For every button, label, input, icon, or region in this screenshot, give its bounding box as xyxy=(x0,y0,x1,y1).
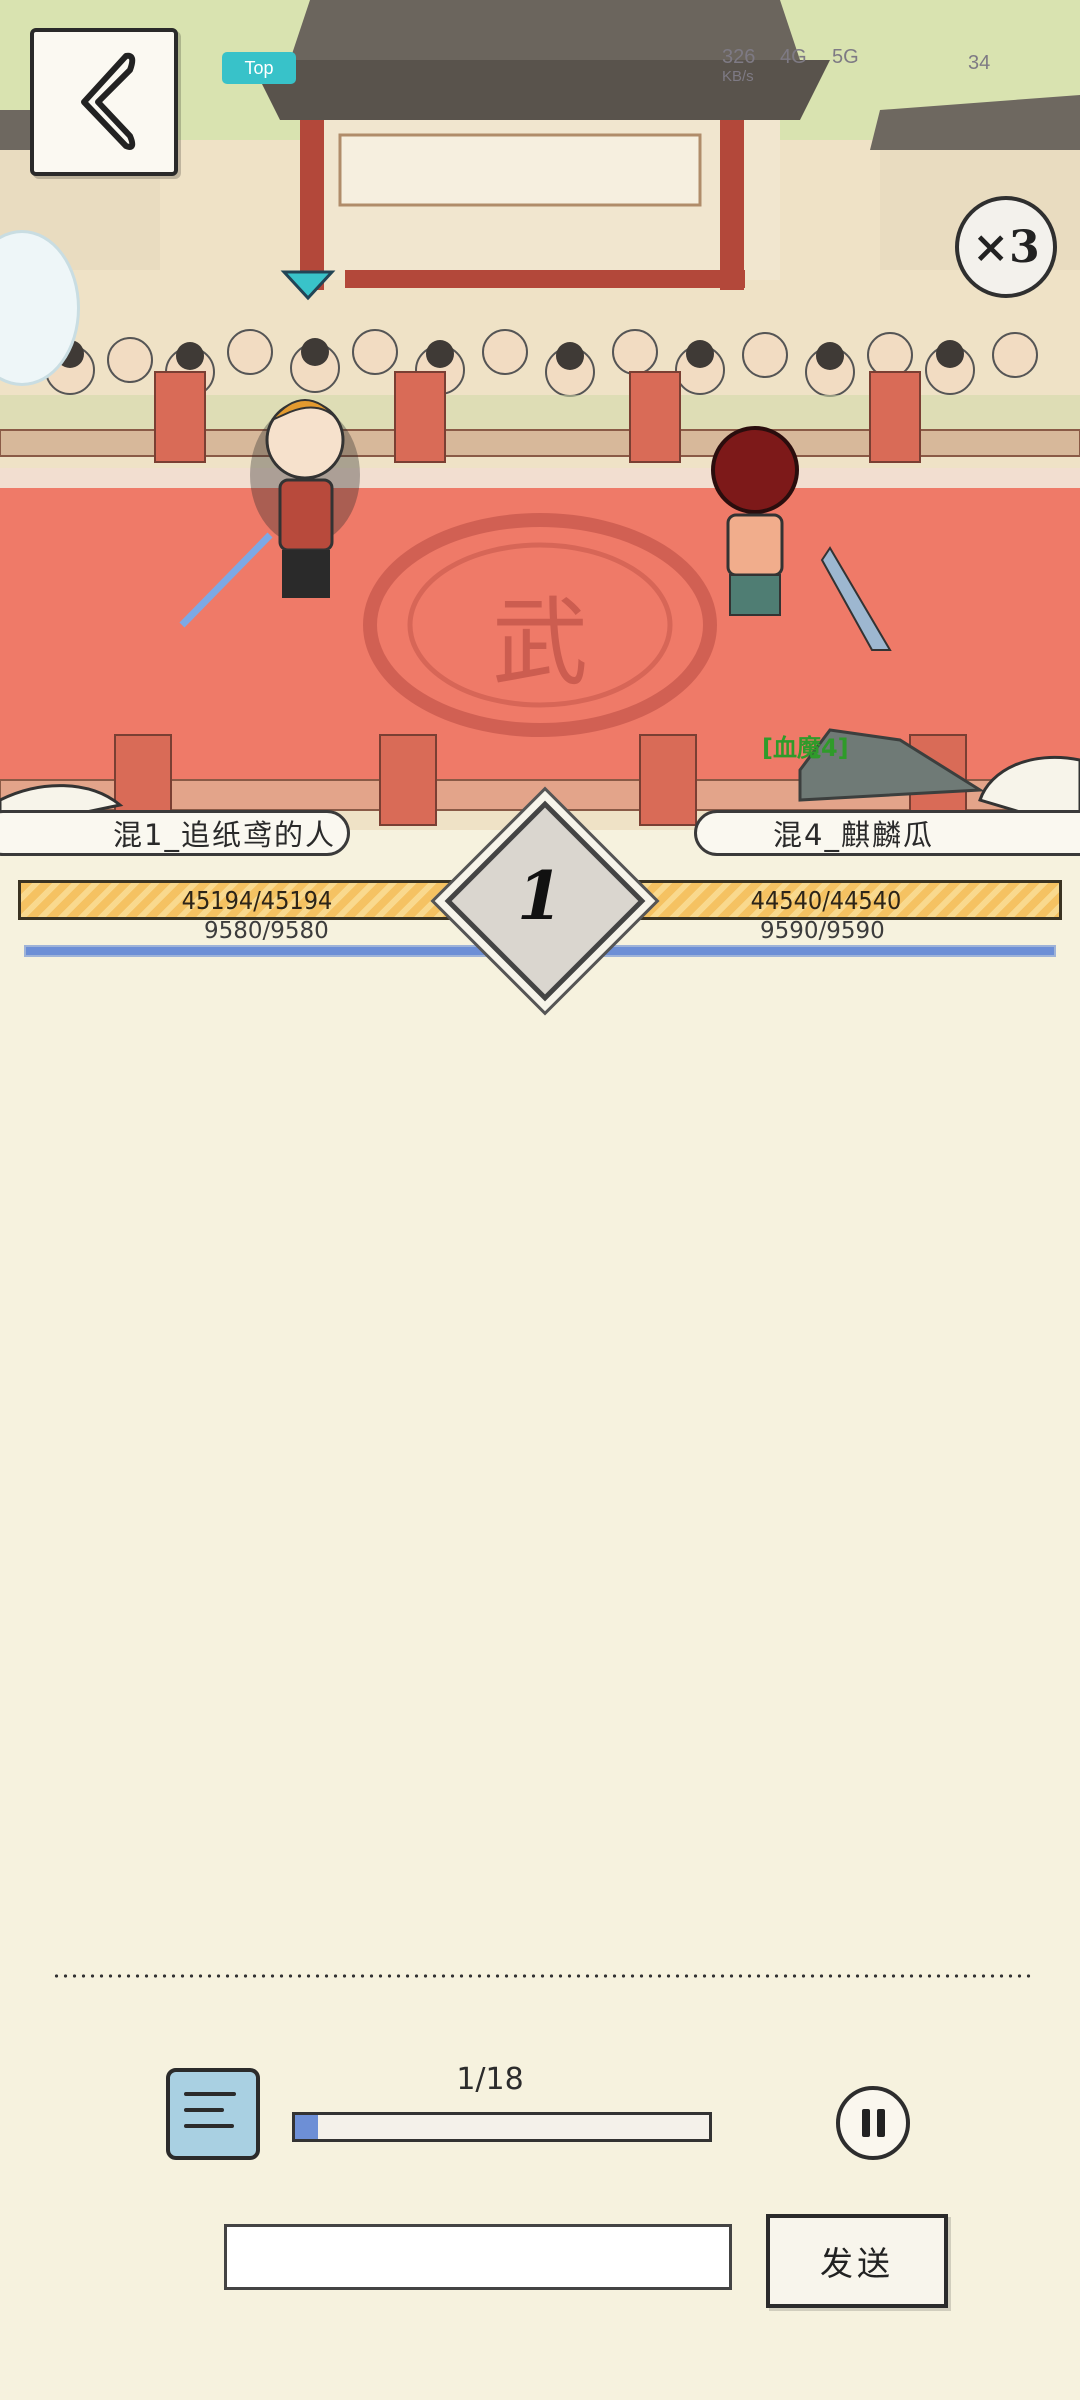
pause-icon xyxy=(861,2109,870,2137)
battle-arena-scene: Top 326 KB/s 4G 5G 34 武 ×3 [血魔4] xyxy=(0,0,1080,830)
net-speed: 326 xyxy=(722,46,756,68)
chat-toggle-button[interactable] xyxy=(166,2068,260,2160)
left-mp-bar xyxy=(24,945,522,957)
net-unit: KB/s xyxy=(722,68,754,85)
network2-label: 5G xyxy=(832,46,859,68)
pause-button[interactable] xyxy=(836,2086,910,2160)
playback-progress-label: 1/18 xyxy=(456,2062,524,2097)
back-button[interactable] xyxy=(30,28,178,176)
back-chevron-icon xyxy=(81,52,136,150)
right-mp-bar xyxy=(556,945,1056,957)
left-player-name: 混1_追纸鸢的人 xyxy=(113,818,336,852)
left-mp-text: 9580/9580 xyxy=(204,918,329,944)
battle-log-area xyxy=(0,975,1080,1965)
battery-level: 34 xyxy=(968,52,991,74)
right-hp-text: 44540/44540 xyxy=(750,885,902,915)
left-player-nameplate: 混1_追纸鸢的人 xyxy=(0,810,350,856)
left-hp-bar: 45194/45194 xyxy=(18,880,496,920)
log-divider xyxy=(52,1974,1032,1978)
right-player-nameplate: 混4_麒麟瓜 xyxy=(694,810,1080,856)
speed-toggle-button[interactable]: ×3 xyxy=(955,196,1057,298)
right-mp-text: 9590/9590 xyxy=(760,918,885,944)
turn-number: 1 xyxy=(517,857,563,935)
network-label: 4G xyxy=(780,46,807,68)
left-hp-text: 45194/45194 xyxy=(181,885,333,915)
playback-progress-track[interactable] xyxy=(292,2112,712,2142)
send-button[interactable]: 发送 xyxy=(766,2214,948,2308)
right-player-name: 混4_麒麟瓜 xyxy=(773,818,934,852)
right-hp-bar: 44540/44540 xyxy=(590,880,1062,920)
status-effect-tag: [血魔4] xyxy=(762,734,849,762)
chat-message-input[interactable] xyxy=(224,2224,732,2290)
arena-emblem: 武 xyxy=(492,587,588,699)
app-badge: Top xyxy=(222,52,296,84)
playback-progress-fill xyxy=(295,2115,319,2139)
